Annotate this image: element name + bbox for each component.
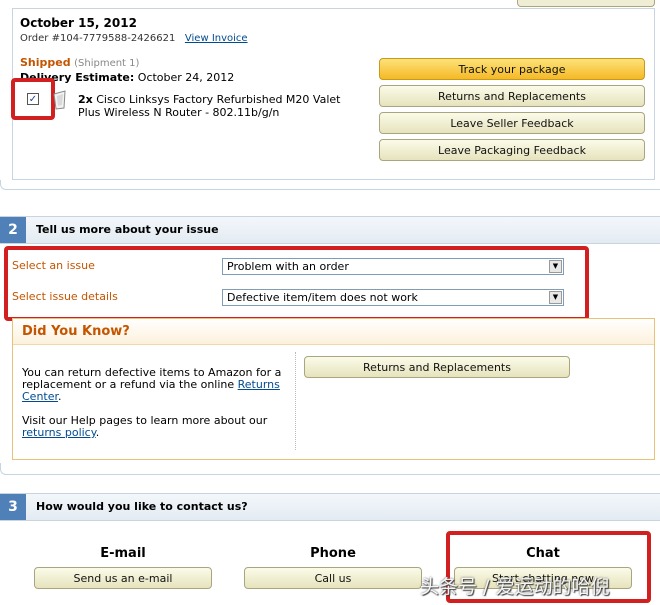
item-checkbox[interactable]: ✓: [27, 93, 39, 105]
dropdown-arrow-icon[interactable]: ▼: [549, 260, 562, 273]
watermark-text: 头条号 / 爱运动的哈倪: [420, 576, 610, 598]
step-number-3: 3: [0, 494, 26, 520]
issue-select[interactable]: Problem with an order ▼: [222, 258, 564, 275]
returns-policy-link[interactable]: returns policy: [22, 426, 96, 439]
issue-select-value: Problem with an order: [227, 260, 349, 273]
packaging-feedback-button[interactable]: Leave Packaging Feedback: [379, 139, 645, 161]
shipped-status: Shipped: [20, 56, 71, 69]
order-number-text: Order #104-7779588-2426621: [20, 33, 176, 44]
call-us-button[interactable]: Call us: [244, 567, 422, 589]
panel-bottom-edge: [0, 180, 660, 190]
returns-replacements-button[interactable]: Returns and Replacements: [379, 85, 645, 107]
did-you-know-title: Did You Know?: [22, 324, 130, 339]
section2-bottom-edge: [0, 463, 660, 475]
issue-section-title: Tell us more about your issue: [36, 223, 219, 236]
did-you-know-para1-end: .: [58, 390, 62, 403]
select-details-label: Select issue details: [12, 290, 118, 303]
issue-section-header: 2 Tell us more about your issue: [0, 216, 660, 244]
view-invoice-link[interactable]: View Invoice: [185, 33, 248, 44]
phone-heading: Phone: [310, 546, 356, 561]
delivery-label: Delivery Estimate:: [20, 71, 135, 84]
select-issue-label: Select an issue: [12, 259, 95, 272]
chat-heading: Chat: [526, 546, 560, 561]
did-you-know-divider: [295, 352, 296, 450]
seller-feedback-button[interactable]: Leave Seller Feedback: [379, 112, 645, 134]
did-you-know-para2-end: .: [95, 426, 100, 439]
dropdown-arrow-icon[interactable]: ▼: [549, 291, 562, 304]
email-heading: E-mail: [100, 546, 146, 561]
item-name-line1: Cisco Linksys Factory Refurbished M20 Va…: [96, 93, 341, 106]
contact-section-header: 3 How would you like to contact us?: [0, 493, 660, 521]
order-number: Order #104-7779588-2426621 View Invoice: [20, 33, 248, 44]
did-you-know-para1: You can return defective items to Amazon…: [22, 367, 288, 403]
step-number-2: 2: [0, 217, 26, 243]
item-quantity: 2x: [78, 93, 93, 106]
item-name-line2: Plus Wireless N Router - 802.11b/g/n: [78, 106, 280, 119]
item-description: 2x Cisco Linksys Factory Refurbished M20…: [78, 93, 340, 119]
shipment-number: (Shipment 1): [74, 58, 140, 69]
did-you-know-returns-button[interactable]: Returns and Replacements: [304, 356, 570, 378]
product-thumbnail-icon: [51, 90, 68, 110]
checkmark-icon: ✓: [28, 93, 38, 105]
delivery-date: October 24, 2012: [137, 71, 235, 84]
shipment-status: Shipped (Shipment 1): [20, 56, 139, 69]
did-you-know-para2: Visit our Help pages to learn more about…: [22, 415, 288, 439]
contact-section-title: How would you like to contact us?: [36, 500, 248, 513]
delivery-estimate: Delivery Estimate: October 24, 2012: [20, 71, 234, 84]
track-package-button[interactable]: Track your package: [379, 58, 645, 80]
issue-details-select[interactable]: Defective item/item does not work ▼: [222, 289, 564, 306]
send-email-button[interactable]: Send us an e-mail: [34, 567, 212, 589]
top-edge-button: [517, 0, 655, 7]
order-date: October 15, 2012: [20, 16, 137, 30]
issue-details-select-value: Defective item/item does not work: [227, 291, 418, 304]
